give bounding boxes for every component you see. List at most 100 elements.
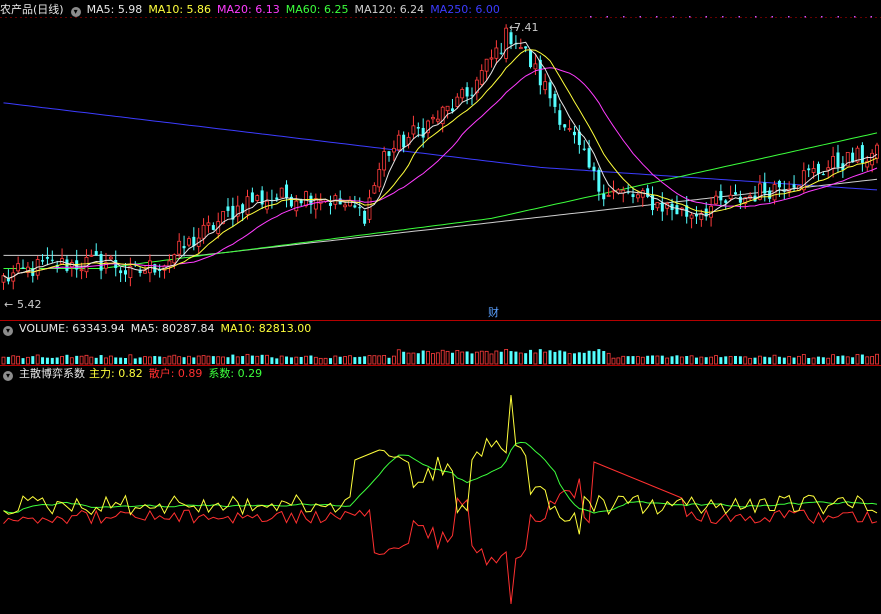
legend-label: 散户 bbox=[148, 367, 171, 380]
candle bbox=[489, 49, 494, 68]
candle-body bbox=[499, 52, 503, 54]
legend-value: 6.25 bbox=[323, 3, 349, 16]
volume-bar bbox=[865, 356, 870, 365]
volume-bar bbox=[567, 353, 572, 365]
volume-bar bbox=[484, 350, 489, 365]
stock-chart[interactable]: 7.41 ← ← 5.42 财 bbox=[0, 0, 881, 614]
volume-bar bbox=[21, 358, 25, 364]
volume-bar bbox=[445, 350, 450, 365]
candle-body bbox=[431, 116, 435, 120]
candle bbox=[675, 195, 679, 215]
legend-value: 0.29 bbox=[237, 367, 263, 380]
candle-body bbox=[245, 196, 250, 215]
volume-bar bbox=[553, 351, 557, 364]
candle-body bbox=[494, 47, 499, 59]
candle-body bbox=[602, 193, 606, 200]
dropdown-icon[interactable]: ▾ bbox=[3, 326, 13, 336]
candle-body bbox=[265, 200, 269, 210]
ma20-line bbox=[3, 67, 878, 280]
volume-bar bbox=[348, 355, 352, 365]
candle-body bbox=[816, 163, 820, 174]
candle bbox=[138, 267, 142, 277]
grid-dot bbox=[870, 16, 872, 18]
candle-body bbox=[79, 269, 84, 272]
ma120-line bbox=[3, 178, 878, 256]
volume-bar bbox=[640, 356, 645, 365]
volume-bar bbox=[675, 355, 679, 364]
legend-label: 主力 bbox=[89, 367, 111, 380]
volume-bar bbox=[182, 357, 186, 364]
indicator-legend-items: 主力: 0.82 散户: 0.89 系数: 0.29 bbox=[89, 367, 268, 380]
volume-bar bbox=[494, 350, 499, 365]
volume-bar bbox=[391, 355, 396, 365]
volume-bar bbox=[704, 357, 708, 364]
candle-body bbox=[518, 47, 523, 50]
volume-bar bbox=[177, 356, 182, 365]
grid-dot bbox=[804, 16, 806, 18]
candle bbox=[391, 140, 396, 162]
volume-bar bbox=[533, 352, 538, 365]
candle bbox=[631, 187, 635, 204]
volume-bar bbox=[758, 355, 762, 365]
candle-body bbox=[411, 125, 416, 135]
candle-body bbox=[455, 96, 460, 107]
volume-bar bbox=[119, 357, 123, 364]
candle bbox=[460, 87, 465, 102]
volume-bar bbox=[792, 357, 796, 364]
candle-body bbox=[402, 134, 406, 148]
legend-value: 5.86 bbox=[186, 3, 212, 16]
candle bbox=[45, 247, 49, 266]
candle-body bbox=[435, 118, 440, 122]
legend-value: 6.00 bbox=[475, 3, 500, 16]
legend-value: 0.82 bbox=[118, 367, 143, 380]
candle-body bbox=[763, 182, 767, 194]
volume-bar bbox=[777, 356, 781, 364]
main-force-line bbox=[3, 394, 878, 535]
candle-body bbox=[558, 110, 562, 125]
volume-bar bbox=[89, 356, 94, 365]
legend-label: MA20 bbox=[217, 3, 249, 16]
candle-body bbox=[172, 254, 177, 264]
volume-bar bbox=[402, 351, 406, 364]
candle-body bbox=[640, 190, 645, 198]
candle-body bbox=[382, 151, 387, 171]
candle bbox=[65, 255, 69, 273]
volume-bar bbox=[241, 356, 245, 364]
grid-dot bbox=[705, 16, 707, 18]
indicator-legend: ▾ 主散博弈系数 主力: 0.82 散户: 0.89 系数: 0.29 bbox=[0, 366, 274, 382]
volume-bar bbox=[358, 356, 362, 364]
volume-bar bbox=[338, 356, 342, 364]
volume-bar bbox=[782, 357, 786, 364]
dropdown-icon[interactable]: ▾ bbox=[3, 371, 13, 381]
candle bbox=[285, 180, 289, 208]
legend-label: MA60 bbox=[285, 3, 317, 16]
volume-bar bbox=[143, 356, 147, 365]
candle bbox=[279, 187, 284, 198]
volume-bar bbox=[221, 356, 226, 365]
candle-body bbox=[504, 27, 509, 59]
dropdown-icon[interactable]: ▾ bbox=[70, 7, 81, 17]
volume-bar bbox=[646, 355, 650, 364]
candle bbox=[860, 142, 864, 172]
legend-label: MA250 bbox=[430, 3, 469, 16]
candle-body bbox=[275, 197, 279, 200]
volume-bar bbox=[275, 358, 279, 364]
grid-dot bbox=[672, 16, 674, 18]
legend-item: MA20: 6.13 bbox=[217, 3, 280, 16]
volume-bar bbox=[245, 353, 250, 365]
volume-bar bbox=[35, 354, 40, 365]
volume-bar bbox=[748, 357, 753, 365]
candle bbox=[816, 161, 820, 181]
volume-bar bbox=[734, 355, 737, 364]
candle-body bbox=[206, 222, 211, 226]
ma5-line bbox=[3, 41, 878, 280]
volume-bar bbox=[158, 356, 162, 364]
grid-dot bbox=[837, 16, 839, 18]
candle bbox=[231, 197, 235, 228]
candle-body bbox=[445, 105, 450, 112]
volume-bar bbox=[719, 357, 723, 364]
volume-legend: ▾ VOLUME: 63343.94 MA5: 80287.84 MA10: 8281… bbox=[0, 321, 323, 337]
volume-bar bbox=[333, 355, 338, 365]
candle-body bbox=[328, 202, 332, 206]
finance-marker[interactable]: 财 bbox=[488, 305, 499, 319]
